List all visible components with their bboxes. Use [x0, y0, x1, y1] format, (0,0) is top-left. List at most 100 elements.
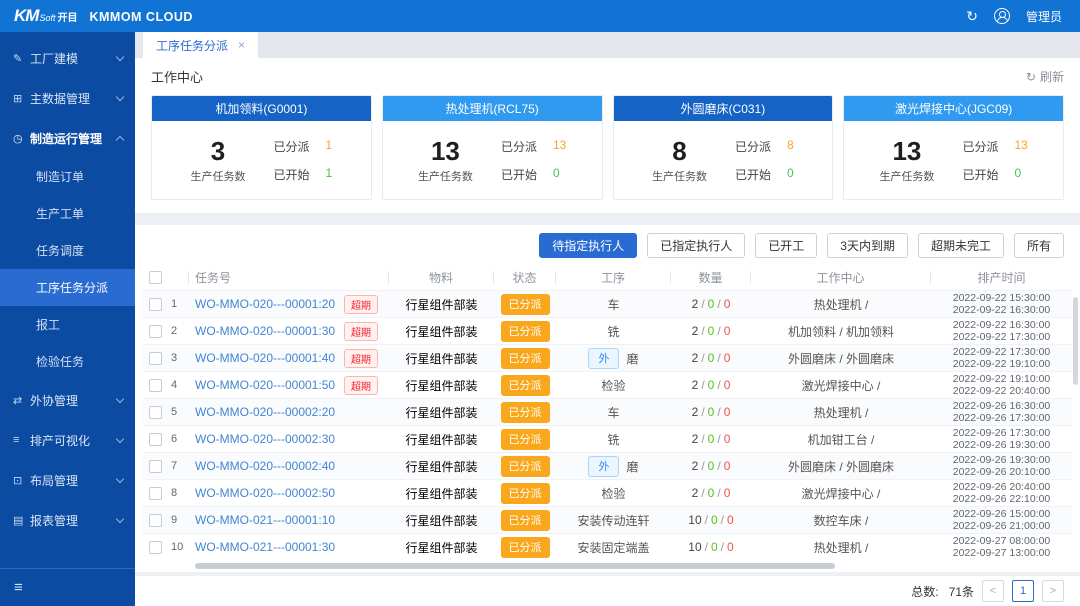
- task-number-link[interactable]: WO-MMO-020---00001:50: [195, 378, 335, 392]
- sidebar-child-item[interactable]: 任务调度: [0, 232, 135, 269]
- pagination-prev-button[interactable]: <: [982, 580, 1004, 602]
- user-avatar-icon[interactable]: [994, 8, 1010, 24]
- pagination-page-1[interactable]: 1: [1012, 580, 1034, 602]
- task-total-value: 8: [652, 137, 707, 165]
- task-number-link[interactable]: WO-MMO-020---00002:50: [195, 486, 335, 500]
- total-count-label: 总数:: [911, 583, 938, 600]
- table-row: 3 WO-MMO-020---00001:40 超期 行星组件部装 已分派 外: [143, 344, 1072, 371]
- row-checkbox[interactable]: [149, 514, 162, 527]
- sidebar-group-item[interactable]: ≡ 排产可视化: [0, 420, 135, 460]
- sidebar-menu: ✎ 工厂建模 ⊞ 主数据管理 ◷ 制造运行管理: [0, 32, 135, 568]
- process-name: 车: [607, 404, 619, 421]
- row-checkbox[interactable]: [149, 406, 162, 419]
- menu-group-icon: ⇄: [13, 394, 30, 407]
- task-number-link[interactable]: WO-MMO-020---00002:30: [195, 432, 335, 446]
- row-number: 4: [171, 379, 177, 391]
- task-number-link[interactable]: WO-MMO-021---00001:30: [195, 540, 335, 554]
- schedule-time-cell: 2022-09-27 08:00:00 2022-09-27 13:00:00: [931, 535, 1072, 560]
- horizontal-scrollbar[interactable]: [195, 563, 835, 569]
- table-footer: 总数: 71条 < 1 >: [135, 576, 1080, 606]
- table-row: 7 WO-MMO-020---00002:40 行星组件部装 已分派 外: [143, 452, 1072, 479]
- qty-total: 2: [692, 486, 699, 500]
- process-name: 铣: [607, 431, 619, 448]
- process-name: 检验: [601, 485, 625, 502]
- sidebar-group-manufacturing[interactable]: ◷ 制造运行管理: [0, 118, 135, 158]
- task-total-label: 生产任务数: [418, 168, 473, 184]
- app-logo: KM Soft 开目 KMMOM CLOUD: [14, 6, 193, 26]
- task-number-link[interactable]: WO-MMO-021---00001:10: [195, 513, 335, 527]
- filter-button[interactable]: 超期未完工: [918, 233, 1004, 258]
- row-checkbox[interactable]: [149, 487, 162, 500]
- chevron-down-icon: [116, 52, 124, 60]
- menu-group-label: 布局管理: [30, 472, 117, 489]
- task-number-link[interactable]: WO-MMO-020---00001:20: [195, 297, 335, 311]
- task-number-link[interactable]: WO-MMO-020---00002:20: [195, 405, 335, 419]
- workcenter-card-title: 热处理机(RCL75): [383, 96, 602, 121]
- sidebar-group-item[interactable]: ⇄ 外协管理: [0, 380, 135, 420]
- sidebar-child-item[interactable]: 制造订单: [0, 158, 135, 195]
- vertical-scrollbar[interactable]: [1073, 297, 1078, 385]
- status-badge: 已分派: [501, 375, 550, 396]
- menu-child-label: 任务调度: [36, 242, 84, 259]
- menu-group-label: 工厂建模: [30, 50, 117, 67]
- filter-button[interactable]: 已指定执行人: [647, 233, 745, 258]
- schedule-end-time: 2022-09-26 19:30:00: [953, 439, 1051, 452]
- select-all-checkbox[interactable]: [149, 271, 162, 284]
- sidebar-group-item[interactable]: ▤ 报表管理: [0, 500, 135, 540]
- schedule-time-cell: 2022-09-26 20:40:00 2022-09-26 22:10:00: [931, 481, 1072, 506]
- sidebar-group-item[interactable]: ⊡ 布局管理: [0, 460, 135, 500]
- pagination-next-button[interactable]: >: [1042, 580, 1064, 602]
- sync-icon[interactable]: ↻: [966, 9, 978, 23]
- user-name[interactable]: 管理员: [1026, 8, 1062, 25]
- task-number-link[interactable]: WO-MMO-020---00001:40: [195, 351, 335, 365]
- schedule-end-time: 2022-09-22 16:30:00: [953, 304, 1051, 317]
- row-checkbox[interactable]: [149, 298, 162, 311]
- menu-child-label: 工序任务分派: [36, 279, 108, 296]
- schedule-start-time: 2022-09-22 17:30:00: [953, 346, 1051, 359]
- row-number: 5: [171, 406, 177, 418]
- menu-group-icon: ▤: [13, 514, 30, 527]
- task-total-label: 生产任务数: [652, 168, 707, 184]
- process-name: 磨: [626, 350, 638, 367]
- sidebar-group-item[interactable]: ⊞ 主数据管理: [0, 78, 135, 118]
- schedule-time-cell: 2022-09-22 16:30:00 2022-09-22 17:30:00: [931, 319, 1072, 344]
- qty-done: 0: [708, 459, 715, 473]
- row-checkbox[interactable]: [149, 460, 162, 473]
- task-number-link[interactable]: WO-MMO-020---00001:30: [195, 324, 335, 338]
- row-checkbox[interactable]: [149, 379, 162, 392]
- qty-scrap: 0: [724, 486, 731, 500]
- content-area: 工序任务分派 × 工作中心 ↻ 刷新 机加领料(G0001): [135, 32, 1080, 606]
- material-name: 行星组件部装: [405, 323, 477, 340]
- process-name: 车: [607, 296, 619, 313]
- sidebar-child-item[interactable]: 工序任务分派: [0, 269, 135, 306]
- refresh-button[interactable]: ↻ 刷新: [1026, 68, 1064, 85]
- status-badge: 已分派: [501, 429, 550, 450]
- started-label: 已开始: [274, 166, 310, 183]
- sidebar-child-item[interactable]: 检验任务: [0, 343, 135, 380]
- close-icon[interactable]: ×: [238, 38, 245, 52]
- qty-done: 0: [708, 378, 715, 392]
- tab-process-task-dispatch[interactable]: 工序任务分派 ×: [143, 32, 258, 58]
- sidebar-child-item[interactable]: 报工: [0, 306, 135, 343]
- filter-button[interactable]: 3天内到期: [827, 233, 908, 258]
- row-checkbox[interactable]: [149, 541, 162, 554]
- row-number: 8: [171, 487, 177, 499]
- menu-group-icon: ⊡: [13, 474, 30, 487]
- row-checkbox[interactable]: [149, 433, 162, 446]
- filter-button[interactable]: 待指定执行人: [539, 233, 637, 258]
- sidebar-child-item[interactable]: 生产工单: [0, 195, 135, 232]
- chevron-down-icon: [116, 92, 124, 100]
- task-number-link[interactable]: WO-MMO-020---00002:40: [195, 459, 335, 473]
- process-name: 安装传动连轩: [577, 512, 649, 529]
- sidebar-group-item[interactable]: ✎ 工厂建模: [0, 38, 135, 78]
- qty-done: 0: [708, 432, 715, 446]
- task-total-value: 13: [418, 137, 473, 165]
- row-checkbox[interactable]: [149, 352, 162, 365]
- filter-button[interactable]: 所有: [1014, 233, 1064, 258]
- filter-button[interactable]: 已开工: [755, 233, 817, 258]
- refresh-label: 刷新: [1040, 68, 1064, 85]
- schedule-end-time: 2022-09-27 13:00:00: [953, 547, 1051, 560]
- row-checkbox[interactable]: [149, 325, 162, 338]
- collapse-menu-icon[interactable]: ≡: [14, 579, 23, 596]
- qty-scrap: 0: [724, 324, 731, 338]
